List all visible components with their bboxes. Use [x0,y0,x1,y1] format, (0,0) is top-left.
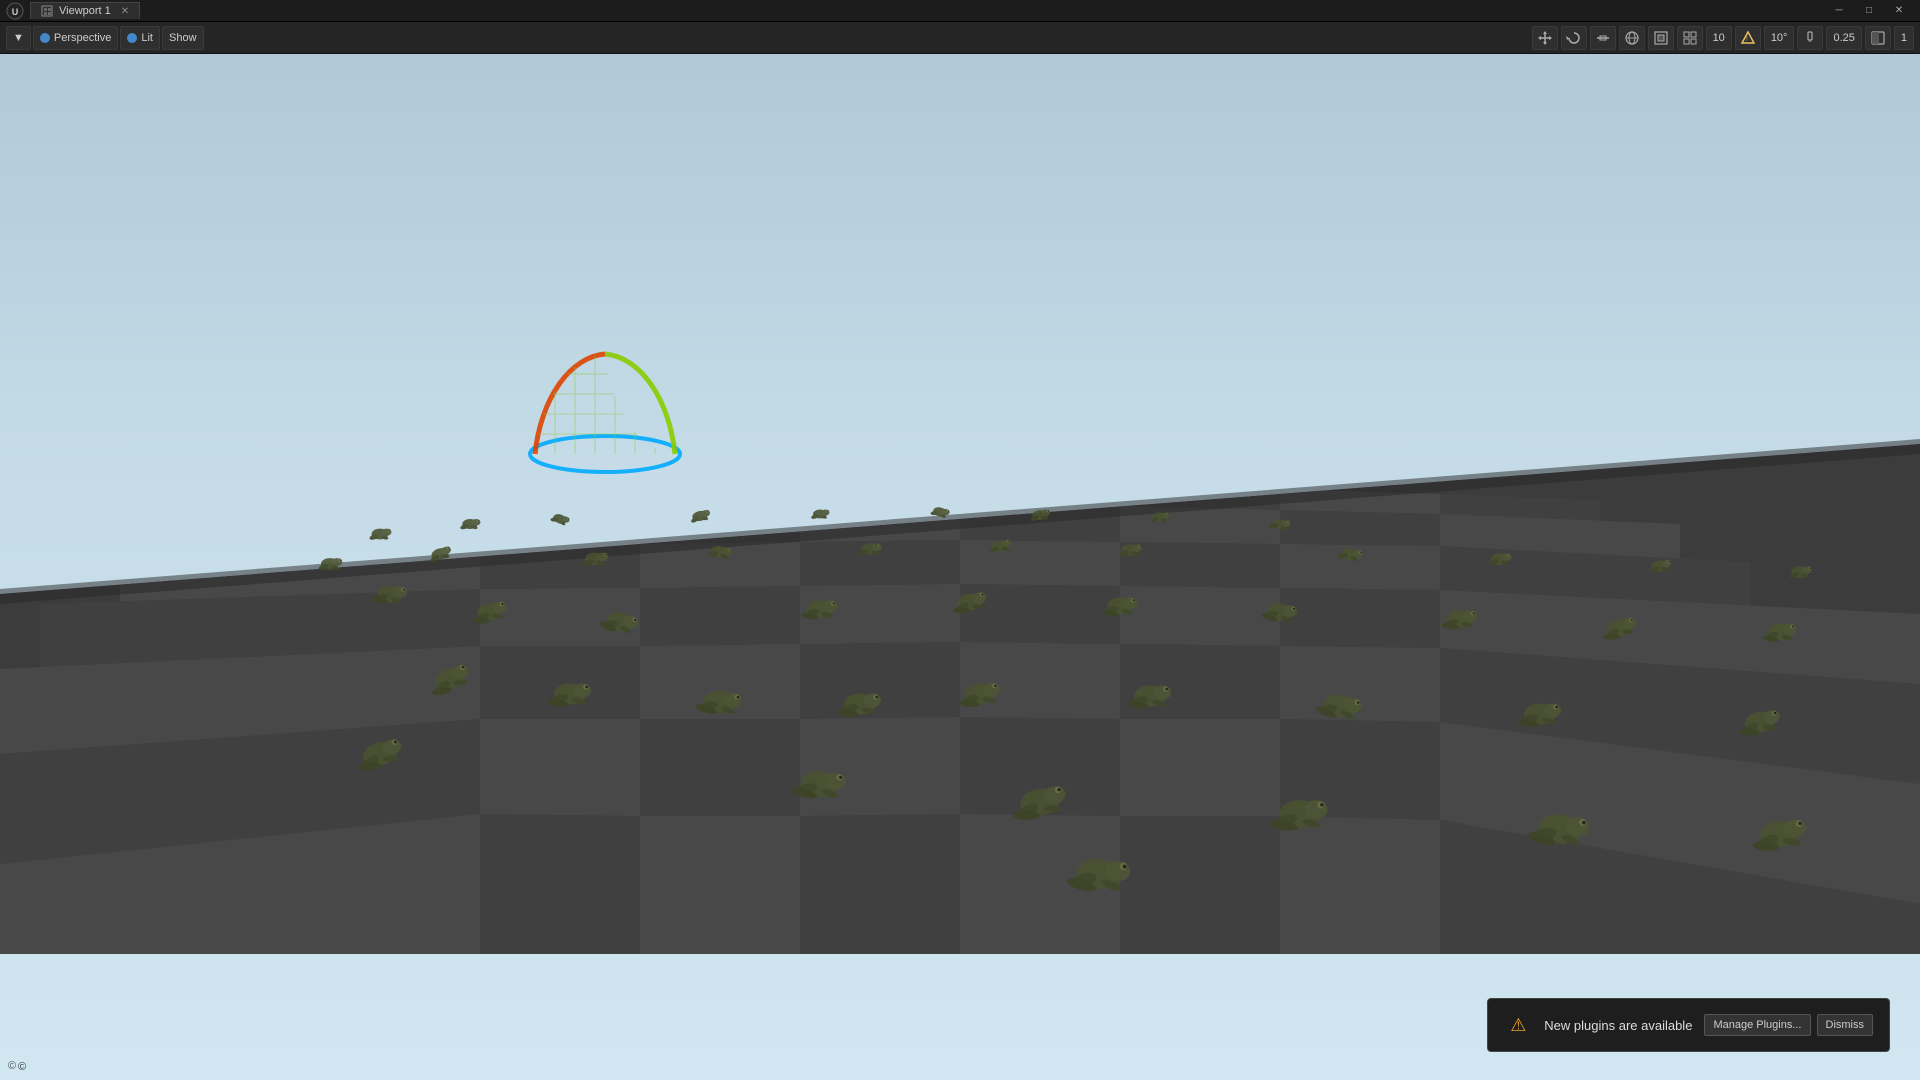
window-controls: ─ □ ✕ [1824,0,1914,22]
notification-warning-icon: ⚠ [1504,1011,1532,1039]
viewport-dropdown-btn[interactable]: ▼ [6,26,31,50]
notification-text: New plugins are available [1544,1018,1692,1033]
show-label: Show [169,32,197,44]
scene-viewport: © [0,54,1920,1080]
world-icon [1624,30,1640,46]
surface-icon [1653,30,1669,46]
rotate-icon-btn[interactable] [1561,26,1587,50]
scale-icon [1595,30,1611,46]
translate-icon [1537,30,1553,46]
lit-btn[interactable]: Lit [120,26,160,50]
viewport[interactable]: © ⚠ New plugins are available Manage Plu… [0,54,1920,1080]
ue-watermark: © [8,1060,16,1072]
angle-value-display: 10° [1764,26,1795,50]
svg-text:!: ! [1746,37,1748,43]
world-space-btn[interactable] [1619,26,1645,50]
lit-dot-icon [127,33,137,43]
viewport-tab-label: Viewport 1 [59,5,111,17]
rotate-icon [1566,30,1582,46]
scale-icon-btn[interactable] [1590,26,1616,50]
close-btn[interactable]: ✕ [1884,0,1914,22]
translate-icon-btn[interactable] [1532,26,1558,50]
grid-snap-btn[interactable] [1677,26,1703,50]
tab-close-icon[interactable]: ✕ [121,6,129,17]
surface-snap-btn[interactable] [1648,26,1674,50]
maximize-btn[interactable]: □ [1854,0,1884,22]
angle-icon: ! [1740,30,1756,46]
dropdown-arrow-icon: ▼ [13,32,24,44]
ue-logo: U [6,2,24,20]
title-bar: U Viewport 1 ✕ ─ □ ✕ [0,0,1920,22]
perspective-label: Perspective [54,32,111,44]
perspective-btn[interactable]: Perspective [33,26,118,50]
perspective-dot-icon [40,33,50,43]
notification-actions: Manage Plugins... Dismiss [1704,1014,1873,1036]
right-toolbar: 10 ! 10° 0.25 1 [1532,26,1914,50]
layer-btn[interactable] [1865,26,1891,50]
svg-text:U: U [12,7,19,17]
dismiss-btn[interactable]: Dismiss [1817,1014,1874,1036]
layer-value-display: 1 [1894,26,1914,50]
brush-value-display: 0.25 [1826,26,1861,50]
brush-btn[interactable] [1797,26,1823,50]
viewport-tab-icon [41,5,53,17]
angle-snap-btn[interactable]: ! [1735,26,1761,50]
grid-icon [1682,30,1698,46]
brush-icon [1802,30,1818,46]
grid-value-display: 10 [1706,26,1732,50]
notification-panel: ⚠ New plugins are available Manage Plugi… [1487,998,1890,1052]
lit-label: Lit [141,32,153,44]
viewport-toolbar: ▼ Perspective Lit Show [0,22,1920,54]
layer-icon [1870,30,1886,46]
ue-version-text: © [18,1061,26,1073]
viewport-tab[interactable]: Viewport 1 ✕ [30,2,140,19]
manage-plugins-btn[interactable]: Manage Plugins... [1704,1014,1810,1036]
minimize-btn[interactable]: ─ [1824,0,1854,22]
show-btn[interactable]: Show [162,26,204,50]
